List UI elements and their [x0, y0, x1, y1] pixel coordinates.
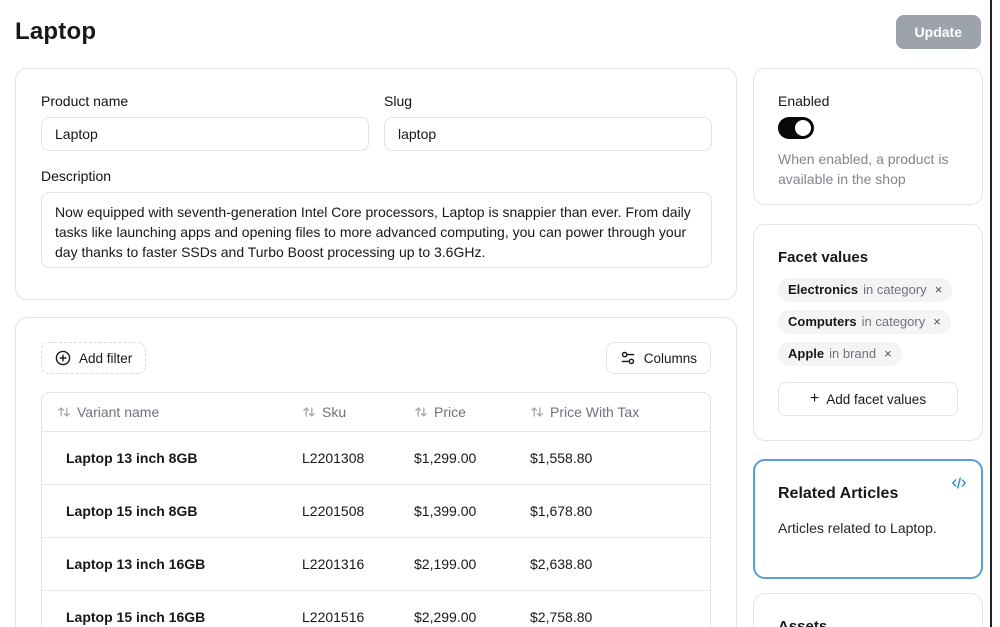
x-icon[interactable]: ×	[933, 315, 941, 328]
cell-sku: L2201316	[286, 556, 398, 572]
enabled-card: Enabled When enabled, a product is avail…	[753, 68, 983, 205]
add-facet-values-button[interactable]: + Add facet values	[778, 382, 958, 416]
page-title: Laptop	[15, 18, 96, 46]
table-row[interactable]: Laptop 13 inch 16GB L2201316 $2,199.00 $…	[42, 538, 710, 591]
code-icon[interactable]	[949, 473, 969, 496]
cell-price: $2,299.00	[398, 609, 514, 625]
related-articles-title: Related Articles	[778, 485, 958, 503]
variants-card: Add filter Columns Variant	[15, 317, 737, 627]
columns-button[interactable]: Columns	[606, 342, 711, 374]
variants-table: Variant name Sku Price	[41, 392, 711, 627]
sliders-icon	[620, 350, 636, 366]
facet-chip-name: Computers	[788, 314, 857, 329]
description-label: Description	[41, 168, 711, 184]
slug-label: Slug	[384, 93, 712, 109]
cell-sku: L2201308	[286, 450, 398, 466]
facet-chip: Computers in category ×	[778, 310, 951, 334]
facet-chip-facet: in category	[862, 314, 926, 329]
up-down-arrows-icon	[57, 405, 71, 419]
cell-price-with-tax: $1,678.80	[514, 503, 710, 519]
product-name-field-group: Product name	[41, 93, 369, 151]
cell-variant-name: Laptop 15 inch 16GB	[42, 609, 286, 625]
cell-price-with-tax: $2,638.80	[514, 556, 710, 572]
facet-chip-facet: in brand	[829, 346, 876, 361]
description-field-group: Description Now equipped with seventh-ge…	[41, 168, 711, 273]
cell-variant-name: Laptop 13 inch 8GB	[42, 450, 286, 466]
cell-price: $1,399.00	[398, 503, 514, 519]
facet-chip-name: Apple	[788, 346, 824, 361]
plus-icon: +	[810, 390, 819, 408]
slug-input[interactable]	[384, 117, 712, 151]
column-header-variant-name[interactable]: Variant name	[42, 404, 286, 420]
facet-chip-list: Electronics in category × Computers in c…	[778, 278, 958, 366]
up-down-arrows-icon	[530, 405, 544, 419]
column-header-label: Price	[434, 404, 466, 420]
circle-plus-icon	[55, 350, 71, 366]
facet-chip: Electronics in category ×	[778, 278, 952, 302]
facet-chip: Apple in brand ×	[778, 342, 902, 366]
cell-price: $2,199.00	[398, 556, 514, 572]
cell-price-with-tax: $1,558.80	[514, 450, 710, 466]
facet-chip-name: Electronics	[788, 282, 858, 297]
facet-values-title: Facet values	[778, 249, 958, 266]
up-down-arrows-icon	[414, 405, 428, 419]
up-down-arrows-icon	[302, 405, 316, 419]
product-detail-page: Laptop Update Product name Slug Descript…	[0, 0, 1000, 627]
add-filter-button[interactable]: Add filter	[41, 342, 146, 374]
product-name-input[interactable]	[41, 117, 369, 151]
enabled-label: Enabled	[778, 93, 958, 109]
cell-sku: L2201508	[286, 503, 398, 519]
column-header-label: Price With Tax	[550, 404, 639, 420]
x-icon[interactable]: ×	[884, 347, 892, 360]
cell-variant-name: Laptop 13 inch 16GB	[42, 556, 286, 572]
cell-price: $1,299.00	[398, 450, 514, 466]
related-articles-card[interactable]: Related Articles Articles related to Lap…	[753, 459, 983, 579]
columns-label: Columns	[644, 351, 697, 366]
enabled-toggle[interactable]	[778, 117, 814, 139]
window-edge-line	[990, 0, 992, 627]
cell-variant-name: Laptop 15 inch 8GB	[42, 503, 286, 519]
table-row[interactable]: Laptop 15 inch 8GB L2201508 $1,399.00 $1…	[42, 485, 710, 538]
facet-values-card: Facet values Electronics in category × C…	[753, 224, 983, 441]
add-filter-label: Add filter	[79, 351, 132, 366]
facet-chip-facet: in category	[863, 282, 927, 297]
toggle-knob	[795, 120, 811, 136]
update-button[interactable]: Update	[896, 15, 981, 49]
description-textarea[interactable]: Now equipped with seventh-generation Int…	[41, 192, 712, 268]
column-header-label: Variant name	[77, 404, 159, 420]
slug-field-group: Slug	[384, 93, 712, 151]
column-header-sku[interactable]: Sku	[286, 404, 398, 420]
x-icon[interactable]: ×	[935, 283, 943, 296]
product-form-card: Product name Slug Description Now equipp…	[15, 68, 737, 300]
table-header-row: Variant name Sku Price	[42, 393, 710, 432]
add-facet-values-label: Add facet values	[826, 392, 926, 407]
table-row[interactable]: Laptop 13 inch 8GB L2201308 $1,299.00 $1…	[42, 432, 710, 485]
variants-toolbar: Add filter Columns	[41, 342, 711, 374]
table-row[interactable]: Laptop 15 inch 16GB L2201516 $2,299.00 $…	[42, 591, 710, 627]
assets-title: Assets	[778, 618, 958, 627]
sidebar: Enabled When enabled, a product is avail…	[753, 68, 983, 627]
cell-price-with-tax: $2,758.80	[514, 609, 710, 625]
related-articles-description: Articles related to Laptop.	[778, 520, 958, 536]
main-column: Product name Slug Description Now equipp…	[15, 68, 737, 627]
cell-sku: L2201516	[286, 609, 398, 625]
product-name-label: Product name	[41, 93, 369, 109]
column-header-label: Sku	[322, 404, 346, 420]
column-header-price-with-tax[interactable]: Price With Tax	[514, 404, 710, 420]
assets-card: Assets	[753, 593, 983, 627]
enabled-description: When enabled, a product is available in …	[778, 149, 958, 189]
column-header-price[interactable]: Price	[398, 404, 514, 420]
